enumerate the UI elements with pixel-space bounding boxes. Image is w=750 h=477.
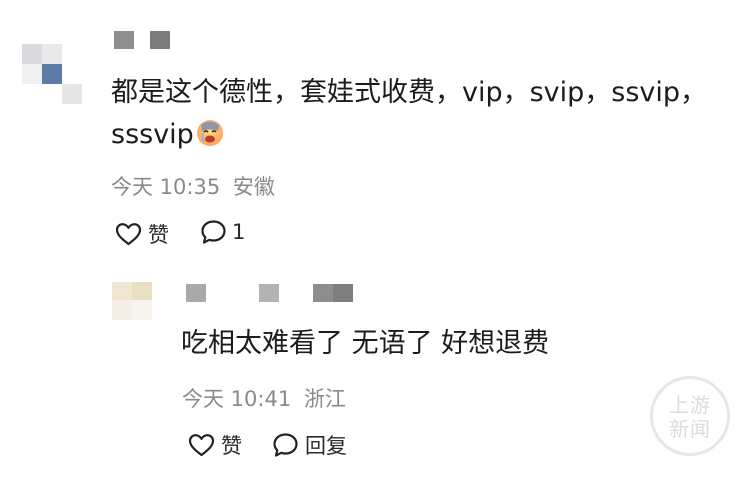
comment-bubble-icon: [273, 433, 298, 457]
comment-bubble-icon: [201, 220, 226, 244]
watermark-logo: 上游 新闻: [650, 376, 730, 456]
reply-avatar[interactable]: [112, 282, 154, 324]
comment-text-line-2-text: sssvip: [111, 119, 194, 150]
username[interactable]: [114, 31, 174, 51]
reply-count: 1: [232, 220, 246, 244]
comment-location: 安徽: [232, 175, 275, 199]
like-label: 赞: [148, 223, 169, 247]
comment-time: 今天 10:35: [111, 175, 221, 199]
reply-time: 今天 10:41: [182, 387, 292, 411]
watermark-line-2: 新闻: [669, 417, 711, 441]
comment-text: 都是这个德性，套娃式收费，vip，svip，ssvip， sssvip: [111, 73, 731, 155]
comment-text-line-1: 都是这个德性，套娃式收费，vip，svip，ssvip，: [111, 77, 708, 108]
watermark-line-1: 上游: [669, 393, 711, 417]
avatar[interactable]: [22, 34, 82, 106]
reply-like-button[interactable]: 赞: [188, 430, 242, 460]
reply-meta: 今天 10:41 浙江: [182, 383, 346, 413]
heart-icon: [188, 433, 215, 456]
comment-meta: 今天 10:35 安徽: [111, 171, 275, 201]
reply-reply-button[interactable]: 回复: [272, 430, 347, 460]
sad-crying-emoji-icon: [196, 120, 223, 146]
reply-button[interactable]: 1: [200, 219, 245, 245]
heart-icon: [115, 222, 142, 245]
reply-username[interactable]: [186, 284, 366, 304]
reply-label: 回复: [305, 434, 347, 458]
like-button[interactable]: 赞: [115, 219, 169, 249]
comment-text-line-2: sssvip: [111, 115, 731, 155]
reply-like-label: 赞: [221, 434, 242, 458]
reply-location: 浙江: [303, 387, 346, 411]
reply-text: 吃相太难看了 无语了 好想退费: [181, 328, 550, 359]
